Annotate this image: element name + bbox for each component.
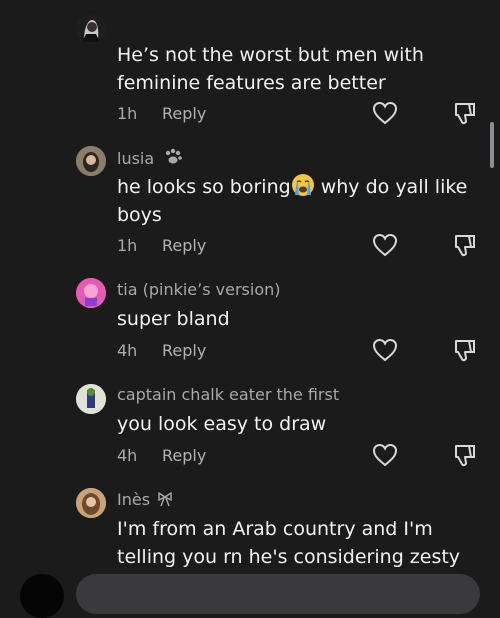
comment-line: I'm from an Arab country and I'm [117, 518, 433, 540]
dislike-icon[interactable] [452, 337, 478, 363]
comment-line: telling you rn he's considering zesty [117, 546, 461, 568]
username-text: Inès [117, 490, 151, 509]
comment-text: I'm from an Arab country and I'm telling… [117, 515, 487, 571]
comment-line: you look easy to draw [117, 413, 327, 435]
bow-icon [158, 491, 172, 507]
comment-line: he looks so boring why do yall like [117, 173, 487, 201]
current-user-avatar[interactable] [20, 574, 64, 618]
timestamp: 4h [117, 341, 138, 360]
comment-input[interactable] [76, 574, 480, 614]
comment-line: feminine features are better [117, 72, 386, 94]
heart-icon[interactable] [372, 233, 398, 257]
scrollbar[interactable] [490, 122, 494, 168]
avatar[interactable] [76, 14, 106, 44]
comment-text: he looks so boring why do yall like boys [117, 173, 487, 229]
comment-fragment: why do yall like [314, 176, 468, 198]
timestamp: 4h [117, 446, 138, 465]
avatar[interactable] [76, 488, 106, 518]
comment-line: boys [117, 204, 162, 226]
username[interactable]: tia (pinkie’s version) [117, 280, 281, 299]
avatar-image [76, 146, 106, 176]
heart-icon[interactable] [372, 101, 398, 125]
reply-button[interactable]: Reply [162, 104, 206, 123]
comment-text: super bland [117, 305, 487, 333]
timestamp: 1h [117, 104, 138, 123]
comment-line: He’s not the worst but men with [117, 44, 424, 66]
avatar-image [76, 14, 106, 44]
username[interactable]: Inès [117, 490, 174, 509]
avatar-image [76, 384, 106, 414]
dislike-icon[interactable] [452, 100, 478, 126]
username[interactable]: lusia [117, 148, 184, 168]
avatar-image [76, 488, 106, 518]
reply-button[interactable]: Reply [162, 446, 206, 465]
timestamp: 1h [117, 236, 138, 255]
avatar[interactable] [76, 146, 106, 176]
dislike-icon[interactable] [452, 232, 478, 258]
comment-line: super bland [117, 308, 230, 330]
comment-text: He’s not the worst but men with feminine… [117, 41, 487, 97]
avatar[interactable] [76, 384, 106, 414]
heart-icon[interactable] [372, 443, 398, 467]
avatar[interactable] [76, 278, 106, 308]
username[interactable]: captain chalk eater the first [117, 385, 339, 404]
avatar-image [76, 278, 106, 308]
reply-button[interactable]: Reply [162, 341, 206, 360]
reply-button[interactable]: Reply [162, 236, 206, 255]
paw-icon [166, 148, 183, 164]
crying-face-icon [291, 174, 314, 196]
comment-text: you look easy to draw [117, 410, 487, 438]
heart-icon[interactable] [372, 338, 398, 362]
comment-fragment: he looks so boring [117, 176, 291, 198]
dislike-icon[interactable] [452, 442, 478, 468]
username-text: lusia [117, 149, 155, 168]
